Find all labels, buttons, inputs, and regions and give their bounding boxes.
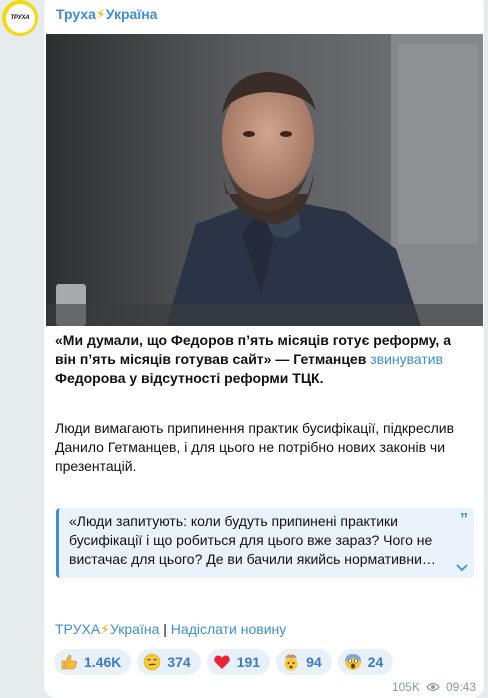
post-headline: «Ми думали, що Федоров п’ять місяців гот… <box>55 331 475 388</box>
red-heart-icon <box>213 653 231 671</box>
chevron-down-icon[interactable] <box>456 564 468 572</box>
quote-line: бусифікації і що робиться для цього вже … <box>69 532 433 548</box>
photo-illustration <box>46 34 483 326</box>
views-count: 105K <box>391 680 420 694</box>
quote-block[interactable]: «Люди запитують: коли будуть припинені п… <box>56 508 474 578</box>
headline-tail: Федорова у відсутності реформи ТЦК. <box>55 370 324 386</box>
message-meta: 105K 09:43 <box>392 680 476 694</box>
reaction-heart[interactable]: 191 <box>206 649 271 675</box>
smirk-face-icon <box>143 653 161 671</box>
reaction-count: 374 <box>167 654 191 670</box>
quote-line: вистачає для цього? Де ви бачили якийсь … <box>69 551 436 567</box>
quote-marks-icon: ” <box>460 511 468 528</box>
reaction-count: 1.46K <box>84 654 122 670</box>
reaction-exploding-head[interactable]: 94 <box>276 649 332 675</box>
reaction-thumbs-up[interactable]: 1.46K <box>54 649 132 675</box>
reaction-count: 191 <box>236 654 261 670</box>
message-time: 09:43 <box>445 680 476 694</box>
screaming-face-icon <box>344 653 362 671</box>
channel-name-part1: Труха <box>56 6 96 22</box>
exploding-head-icon <box>282 653 300 671</box>
channel-name[interactable]: Труха⚡Україна <box>56 6 157 23</box>
thumbs-up-icon <box>60 653 78 671</box>
reaction-smirk[interactable]: 374 <box>137 649 201 675</box>
lightning-icon: ⚡ <box>95 6 106 22</box>
avatar-logo-text: ТРУХА <box>5 3 35 33</box>
quote-line: «Люди запитують: коли будуть припинені п… <box>69 513 398 529</box>
post-photo[interactable] <box>46 34 483 326</box>
reaction-count: 24 <box>367 654 384 670</box>
post-paragraph: Люди вимагають припинення практик бусифі… <box>55 420 455 474</box>
footer-separator: | <box>163 621 167 637</box>
send-news-link[interactable]: Надіслати новину <box>171 621 286 637</box>
footer-links: ТРУХА⚡Україна | Надіслати новину <box>55 621 286 638</box>
headline-link[interactable]: звинуватив <box>370 351 443 367</box>
lightning-icon: ⚡ <box>100 621 110 637</box>
reactions-bar: 1.46K 374 191 94 24 <box>54 649 394 675</box>
eye-icon <box>426 682 440 692</box>
channel-name-part2: Україна <box>105 6 158 22</box>
reaction-count: 94 <box>306 654 322 670</box>
channel-link[interactable]: ТРУХА⚡Україна <box>55 621 159 637</box>
reaction-screaming[interactable]: 24 <box>337 649 394 675</box>
channel-avatar[interactable]: ТРУХА <box>2 0 38 36</box>
